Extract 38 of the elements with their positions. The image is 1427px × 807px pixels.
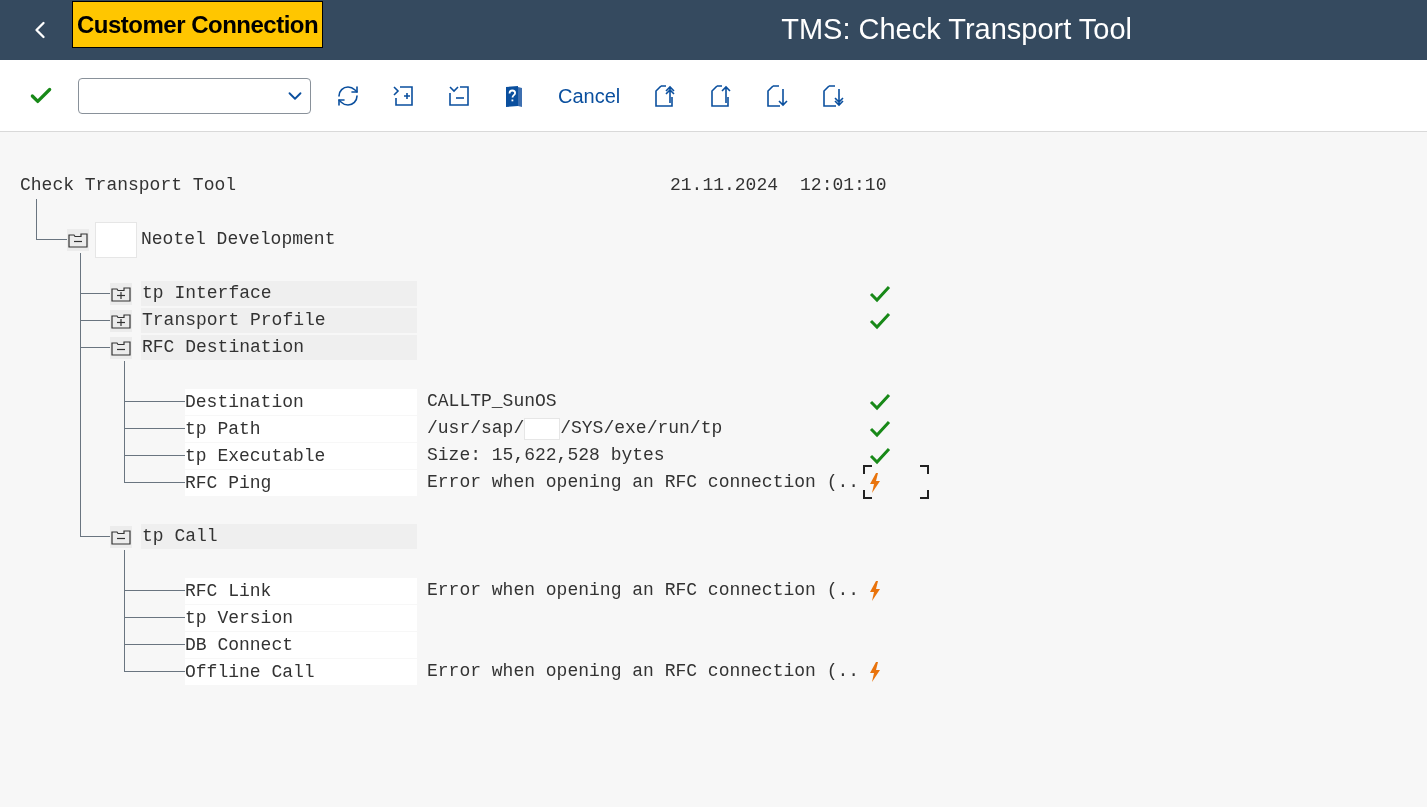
check-label: Destination — [185, 388, 417, 415]
folder-minus-icon[interactable] — [110, 525, 132, 548]
check-label: RFC Link — [185, 577, 417, 604]
redaction-patch — [95, 221, 137, 258]
refresh-icon — [336, 83, 360, 108]
page-down-double-icon — [820, 82, 847, 109]
check-value: /SYS/exe/run/tp — [560, 417, 723, 440]
node-label[interactable]: tp Interface — [141, 281, 417, 306]
check-value: CALLTP_SunOS — [427, 390, 557, 413]
folder-minus-icon[interactable] — [110, 336, 132, 359]
check-label: Offline Call — [185, 658, 417, 685]
report-title: Check Transport Tool — [20, 174, 238, 197]
node-label[interactable]: Transport Profile — [141, 308, 417, 333]
page-down-icon — [764, 82, 791, 109]
cancel-button[interactable]: Cancel — [554, 77, 625, 114]
node-label[interactable]: RFC Destination — [141, 335, 417, 360]
check-value: Error when opening an RFC connection (.. — [427, 471, 860, 494]
check-value: /usr/sap/ — [427, 417, 525, 440]
page-title: TMS: Check Transport Tool — [781, 12, 1132, 48]
node-label[interactable]: tp Call — [141, 524, 417, 549]
check-label: tp Path — [185, 415, 417, 442]
folder-plus-icon[interactable] — [110, 309, 132, 332]
check-value: Error when opening an RFC connection (.. — [427, 579, 860, 602]
folder-plus-icon[interactable] — [110, 282, 132, 305]
check-label: DB Connect — [185, 631, 417, 658]
help-book-icon — [503, 83, 525, 108]
report-date: 21.11.2024 — [670, 174, 779, 197]
check-value: Size: 15,622,528 bytes — [427, 444, 665, 467]
check-label: tp Version — [185, 604, 417, 631]
dropdown-field[interactable] — [78, 77, 311, 114]
report-time: 12:01:10 — [800, 174, 887, 197]
check-value: Error when opening an RFC connection (.. — [427, 660, 860, 683]
check-label: RFC Ping — [185, 469, 417, 496]
redaction-patch — [524, 417, 561, 440]
app-badge: Customer Connection — [72, 0, 324, 48]
system-name: Neotel Development — [141, 228, 336, 251]
check-label: tp Executable — [185, 442, 417, 469]
folder-minus-icon[interactable] — [67, 228, 89, 251]
